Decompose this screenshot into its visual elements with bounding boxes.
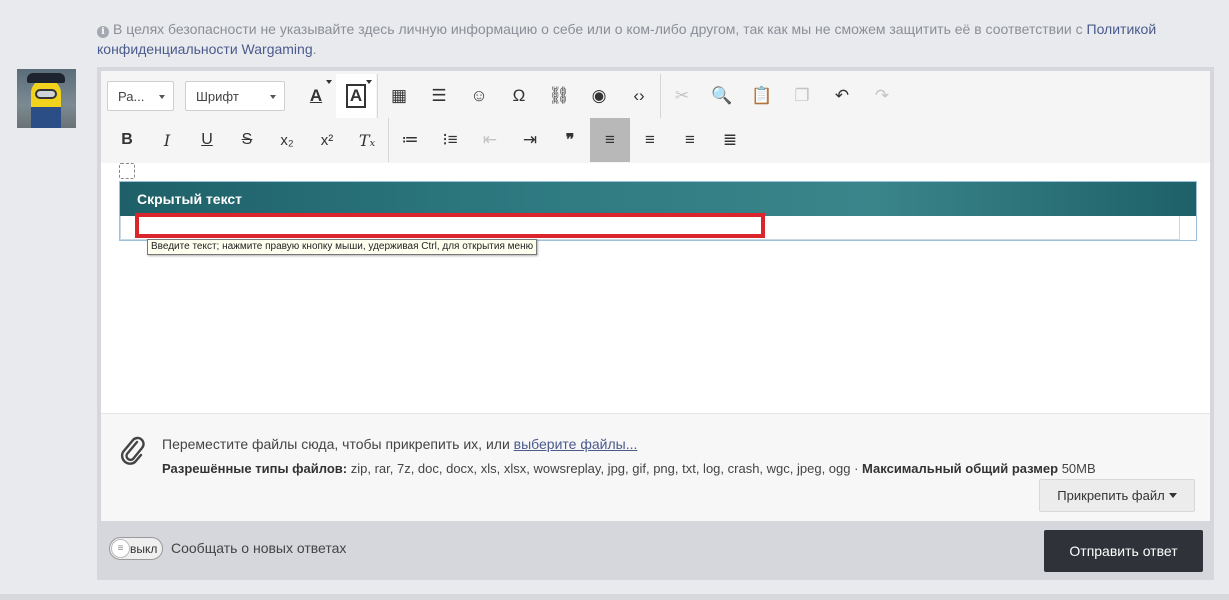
background-color-icon[interactable]: A xyxy=(336,74,376,118)
horizontal-line-icon[interactable]: ☰ xyxy=(419,74,459,118)
format-dropdown[interactable]: Ра... xyxy=(107,81,174,111)
chevron-down-icon xyxy=(1168,493,1177,498)
superscript-icon[interactable]: x² xyxy=(307,118,347,162)
find-icon[interactable]: 🔍 xyxy=(702,74,742,118)
reply-form: Ра... Шрифт A A ▦ ☰ ☺ Ω ⛓ ◉ ‹› ✂ 🔍 📋 ❐ ↶ ↷ B I U Sx₂ x² Tₓ ≔… xyxy=(97,67,1214,580)
allowed-types: Разрешённые типы файлов: zip, rar, 7z, d… xyxy=(162,461,1096,476)
attach-file-label: Прикрепить файл xyxy=(1057,488,1165,503)
notify-toggle[interactable]: выкл ≡ xyxy=(109,537,163,560)
format-dropdown-label: Ра... xyxy=(118,88,145,104)
drop-instructions: Переместите файлы сюда, чтобы прикрепить… xyxy=(162,436,637,452)
font-dropdown[interactable]: Шрифт xyxy=(185,81,285,111)
attachment-area[interactable]: Переместите файлы сюда, чтобы прикрепить… xyxy=(101,413,1210,521)
cut-icon[interactable]: ✂ xyxy=(662,74,702,118)
chevron-down-icon xyxy=(326,80,332,84)
align-right-icon[interactable]: ≡ xyxy=(670,118,710,162)
notice-suffix: . xyxy=(312,41,317,57)
info-icon: i xyxy=(97,26,109,38)
strikethrough-icon[interactable]: S xyxy=(227,118,267,162)
rich-text-editor: Ра... Шрифт A A ▦ ☰ ☺ Ω ⛓ ◉ ‹› ✂ 🔍 📋 ❐ ↶ ↷ B I U Sx₂ x² Tₓ ≔… xyxy=(101,71,1210,521)
editor-toolbar: Ра... Шрифт A A ▦ ☰ ☺ Ω ⛓ ◉ ‹› ✂ 🔍 📋 ❐ ↶ ↷ B I U Sx₂ x² Tₓ ≔… xyxy=(101,71,1210,163)
italic-icon[interactable]: I xyxy=(147,118,187,162)
chevron-down-icon xyxy=(270,95,276,99)
chevron-down-icon xyxy=(366,80,372,84)
privacy-notice: i В целях безопасности не указывайте здес… xyxy=(97,19,1212,59)
bold-icon[interactable]: B xyxy=(107,118,147,162)
source-code-icon[interactable]: ‹› xyxy=(619,74,659,118)
justify-icon[interactable]: ≣ xyxy=(710,118,750,162)
bulleted-list-icon[interactable]: ⁝≡ xyxy=(430,118,470,162)
page-bottom-border xyxy=(0,594,1229,600)
numbered-list-icon[interactable]: ≔ xyxy=(390,118,430,162)
notify-label: Сообщать о новых ответах xyxy=(171,540,347,556)
font-dropdown-label: Шрифт xyxy=(196,88,239,104)
table-icon[interactable]: ▦ xyxy=(379,74,419,118)
chevron-down-icon xyxy=(159,95,165,99)
editor-tooltip: Введите текст; нажмите правую кнопку мыш… xyxy=(147,239,538,255)
align-left-icon[interactable]: ≡ xyxy=(590,118,630,162)
avatar[interactable] xyxy=(17,69,76,128)
hidden-text-title: Скрытый текст xyxy=(120,182,1196,216)
outdent-icon[interactable]: ⇤ xyxy=(470,118,510,162)
paperclip-icon xyxy=(120,436,145,465)
underline-icon[interactable]: U xyxy=(187,118,227,162)
align-center-icon[interactable]: ≡ xyxy=(630,118,670,162)
types-list: zip, rar, 7z, doc, docx, xls, xlsx, wows… xyxy=(347,461,863,476)
submit-reply-button[interactable]: Отправить ответ xyxy=(1044,530,1203,572)
emoji-icon[interactable]: ☺ xyxy=(459,74,499,118)
toggle-state-text: выкл xyxy=(130,542,158,556)
special-char-icon[interactable]: Ω xyxy=(499,74,539,118)
copy-icon[interactable]: ❐ xyxy=(782,74,822,118)
redo-icon[interactable]: ↷ xyxy=(862,74,902,118)
subscript-icon[interactable]: x₂ xyxy=(267,118,307,162)
highlight-box xyxy=(135,213,765,238)
attach-file-button[interactable]: Прикрепить файл xyxy=(1039,479,1195,512)
paste-icon[interactable]: 📋 xyxy=(742,74,782,118)
notice-text: В целях безопасности не указывайте здесь… xyxy=(113,21,1087,37)
spoiler-eye-icon[interactable]: ◉ xyxy=(579,74,619,118)
types-label: Разрешённые типы файлов: xyxy=(162,461,348,476)
editor-content[interactable]: Скрытый текст Введите текст; нажмите пра… xyxy=(101,163,1210,413)
toolbar-separator xyxy=(660,74,661,118)
undo-icon[interactable]: ↶ xyxy=(822,74,862,118)
max-size-value: 50MB xyxy=(1058,461,1096,476)
drop-text: Переместите файлы сюда, чтобы прикрепить… xyxy=(162,436,514,452)
form-footer: выкл ≡ Сообщать о новых ответах Отправит… xyxy=(97,521,1214,580)
link-icon[interactable]: ⛓ xyxy=(539,74,579,118)
toolbar-separator xyxy=(377,74,378,118)
indent-icon[interactable]: ⇥ xyxy=(510,118,550,162)
remove-format-icon[interactable]: Tₓ xyxy=(347,118,387,162)
text-color-icon[interactable]: A xyxy=(296,74,336,118)
max-size-label: Максимальный общий размер xyxy=(862,461,1059,476)
choose-files-link[interactable]: выберите файлы... xyxy=(514,436,638,452)
toggle-knob-icon: ≡ xyxy=(111,539,130,558)
blockquote-icon[interactable]: ❞ xyxy=(550,118,590,162)
widget-drag-handle-icon[interactable] xyxy=(119,163,135,179)
toolbar-separator xyxy=(388,118,389,162)
